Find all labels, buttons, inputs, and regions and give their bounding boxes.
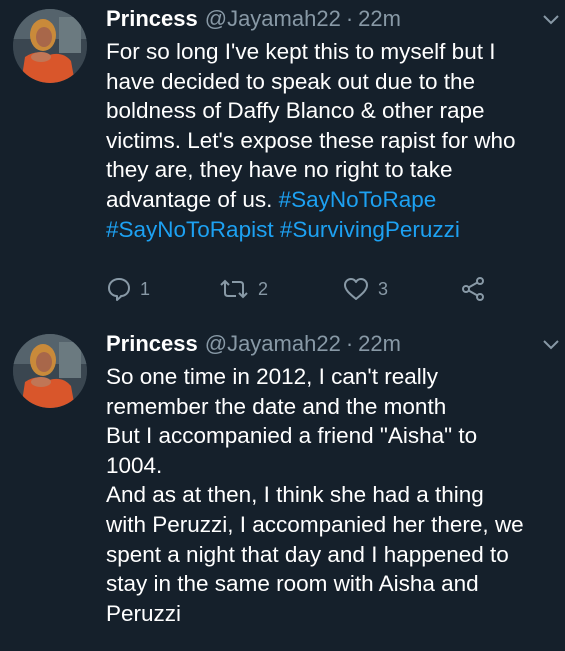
- avatar[interactable]: [13, 9, 87, 83]
- reply-count: 1: [140, 278, 151, 299]
- text-line: they are, they have no right to take: [106, 157, 453, 183]
- text-line: boldness of Daffy Blanco & other rape: [106, 98, 485, 124]
- display-name[interactable]: Princess: [106, 331, 198, 357]
- hashtag-link[interactable]: #SayNoToRapist #SurvivingPeruzzi: [106, 217, 460, 242]
- display-name[interactable]: Princess: [106, 6, 198, 32]
- tweet-text: So one time in 2012, I can't really reme…: [106, 362, 558, 628]
- text-line: with Peruzzi, I accompanied her there, w…: [106, 511, 524, 537]
- reply-icon: [106, 276, 132, 302]
- reply-button[interactable]: 1: [106, 274, 150, 304]
- text-line: spent a night that day and I happened to: [106, 541, 509, 567]
- retweet-count: 2: [258, 278, 269, 299]
- tweet-2[interactable]: Princess @Jayamah22 · 22m So one time in…: [0, 325, 565, 651]
- user-handle[interactable]: @Jayamah22: [205, 6, 341, 32]
- text-line: advantage of us. #SayNoToRape: [106, 186, 437, 212]
- text-line: victims. Let's expose these rapist for w…: [106, 127, 516, 153]
- text-line: So one time in 2012, I can't really: [106, 364, 438, 389]
- like-button[interactable]: 3: [342, 274, 388, 304]
- retweet-icon: [218, 276, 250, 302]
- hashtag-link[interactable]: #SayNoToRape: [279, 187, 437, 212]
- text-line: #SayNoToRapist #SurvivingPeruzzi: [106, 215, 558, 245]
- text-line: But I accompanied a friend "Aisha" to: [106, 423, 478, 449]
- avatar[interactable]: [13, 334, 87, 408]
- chevron-down-icon[interactable]: [542, 338, 560, 352]
- text-line: have decided to speak out due to the: [106, 68, 476, 94]
- avatar-image: [13, 334, 87, 408]
- text-line: remember the date and the month: [106, 393, 447, 419]
- tweet-text: For so long I've kept this to myself but…: [106, 37, 558, 244]
- tweet-1[interactable]: Princess @Jayamah22 · 22m For so long I'…: [0, 0, 565, 325]
- chevron-down-icon[interactable]: [542, 13, 560, 27]
- share-button[interactable]: [460, 274, 486, 304]
- text-line: And as at then, I think she had a thing: [106, 482, 484, 508]
- text-line: stay in the same room with Aisha and: [106, 571, 479, 597]
- text-line: For so long I've kept this to myself but…: [106, 39, 496, 64]
- timestamp[interactable]: 22m: [358, 331, 401, 357]
- avatar-image: [13, 9, 87, 83]
- heart-icon: [342, 276, 370, 302]
- share-icon: [460, 276, 486, 302]
- like-count: 3: [378, 278, 389, 299]
- text-line: Peruzzi: [106, 600, 182, 626]
- timestamp[interactable]: 22m: [358, 6, 401, 32]
- separator-dot: ·: [345, 6, 354, 31]
- tweet-header: Princess @Jayamah22 · 22m: [106, 6, 401, 36]
- retweet-button[interactable]: 2: [218, 274, 268, 304]
- separator-dot: ·: [345, 331, 354, 356]
- tweet-actions: 1 2 3: [106, 274, 526, 304]
- tweet-header: Princess @Jayamah22 · 22m: [106, 331, 401, 361]
- user-handle[interactable]: @Jayamah22: [205, 331, 341, 357]
- text-line: 1004.: [106, 452, 163, 478]
